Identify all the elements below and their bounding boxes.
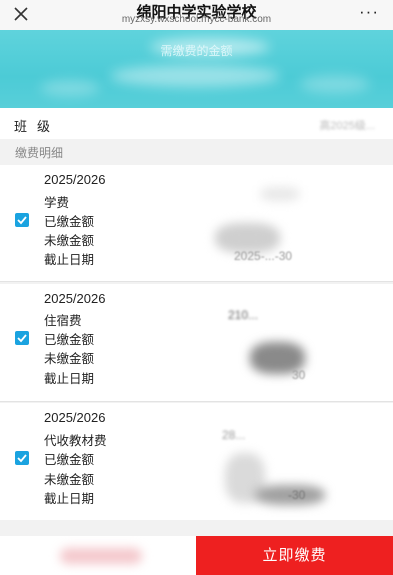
page-url: myzxsy.wxschool.mycc-bank.com: [121, 14, 272, 25]
bottom-action-bar: 立即缴费: [0, 536, 393, 575]
deadline-value: 30: [292, 368, 306, 382]
fee-item-accommodation[interactable]: 2025/2026 住宿费 已缴金额 未缴金额 截止日期 210... 30: [0, 284, 393, 401]
fee-name: 住宿费: [44, 314, 82, 328]
paid-label: 已缴金额: [44, 453, 95, 467]
fee-item-textbooks[interactable]: 2025/2026 代收教材费 已缴金额 未缴金额 截止日期 28... -30: [0, 403, 393, 520]
pay-now-button[interactable]: 立即缴费: [196, 536, 393, 575]
checkbox-checked-icon[interactable]: [15, 213, 29, 227]
checkbox-checked-icon[interactable]: [15, 331, 29, 345]
divider: [0, 401, 393, 402]
deadline-value: -30: [288, 488, 306, 502]
deadline-label: 截止日期: [44, 492, 95, 506]
deadline-value: 2025-...-30: [234, 249, 293, 263]
deadline-label: 截止日期: [44, 372, 95, 386]
fee-name: 学费: [44, 196, 70, 210]
unpaid-label: 未缴金额: [44, 352, 95, 366]
fee-item-tuition[interactable]: 2025/2026 学费 已缴金额 未缴金额 截止日期 2025-...-30: [0, 165, 393, 282]
class-value: 高2025级...: [319, 120, 375, 132]
class-label: 班级: [14, 119, 61, 134]
banner-title: 需缴费的金额: [160, 44, 233, 58]
unpaid-label: 未缴金额: [44, 473, 95, 487]
payment-details-header: 缴费明细: [0, 139, 393, 165]
fee-name: 代收教材费: [44, 434, 107, 448]
divider: [0, 281, 393, 282]
paid-label: 已缴金额: [44, 333, 95, 347]
more-options-button[interactable]: ···: [359, 2, 379, 22]
unpaid-label: 未缴金额: [44, 234, 95, 248]
class-row: 班级 高2025级...: [0, 108, 393, 139]
fee-year: 2025/2026: [44, 410, 106, 425]
amount-value: 28...: [222, 428, 246, 442]
top-bar: 绵阳中学实验学校 myzxsy.wxschool.mycc-bank.com ·…: [0, 0, 393, 30]
redacted-amount: [260, 187, 300, 201]
amount-value: 210...: [228, 308, 259, 322]
section-label: 缴费明细: [15, 146, 64, 160]
fee-year: 2025/2026: [44, 172, 106, 187]
deadline-label: 截止日期: [44, 253, 95, 267]
fee-year: 2025/2026: [44, 291, 106, 306]
paid-label: 已缴金额: [44, 215, 95, 229]
checkbox-checked-icon[interactable]: [15, 451, 29, 465]
amount-banner: 需缴费的金额: [0, 30, 393, 108]
redacted-total: [60, 548, 142, 564]
